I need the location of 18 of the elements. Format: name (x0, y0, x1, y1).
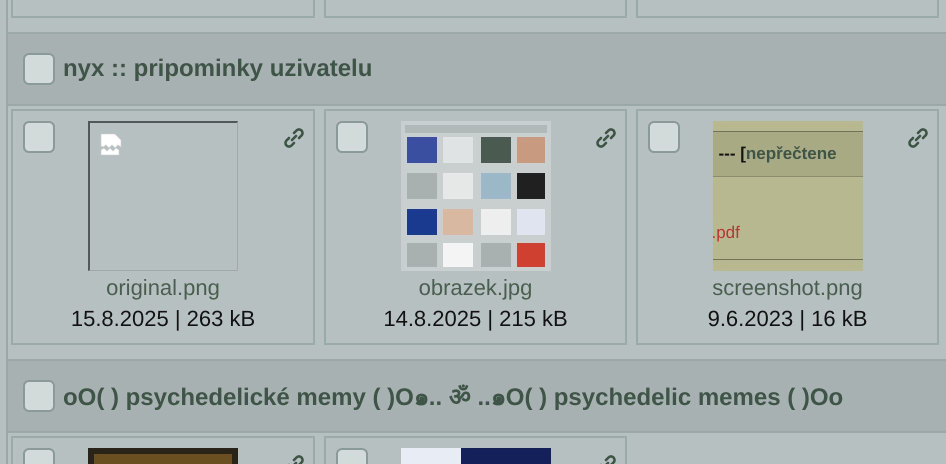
checkbox[interactable] (23, 121, 55, 153)
checkbox[interactable] (648, 121, 680, 153)
file-name[interactable]: original.png (106, 275, 220, 301)
checkbox[interactable] (23, 53, 55, 85)
checkbox[interactable] (336, 121, 368, 153)
checkbox[interactable] (23, 380, 55, 412)
file-info: 14.8.2025 | 215 kB (383, 306, 568, 332)
file-name[interactable]: screenshot.png (712, 275, 863, 301)
file-name[interactable]: obrazek.jpg (418, 275, 532, 301)
section-title: nyx :: pripominky uzivatelu (63, 55, 372, 83)
file-info: 15.8.2025 | 263 kB (70, 306, 256, 332)
link-icon[interactable] (595, 127, 617, 149)
link-icon[interactable] (283, 127, 305, 149)
broken-image-icon (100, 133, 124, 157)
heading-text: --- [ (718, 144, 746, 164)
link-icon[interactable] (907, 127, 929, 149)
file-info: 9.6.2023 | 16 kB (708, 306, 868, 332)
section-title: oO( ) psychedelické memy ( )O๑.. ॐ ..๑O( ) psychedelic memes ( )Oo (63, 382, 844, 412)
